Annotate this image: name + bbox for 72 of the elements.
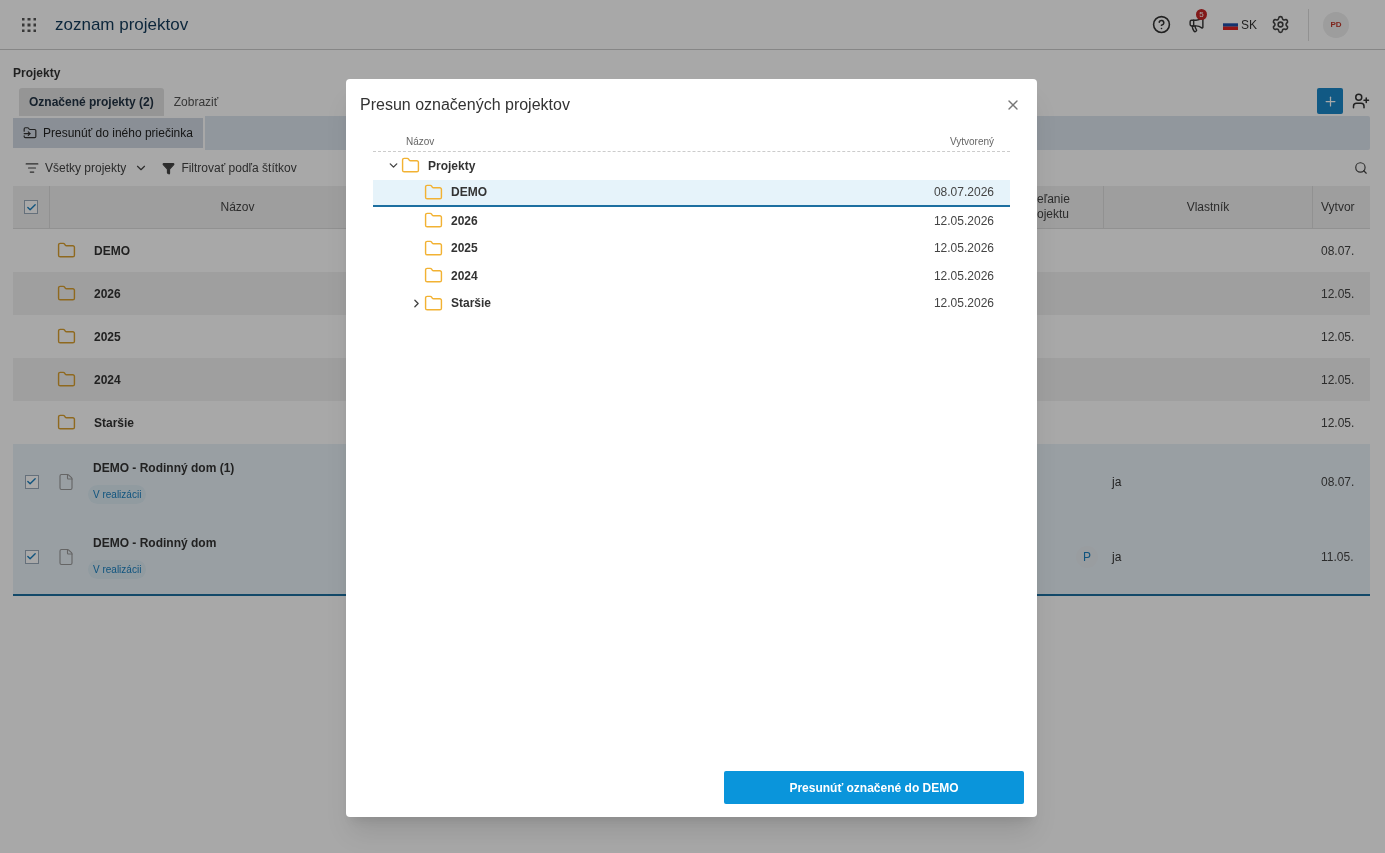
project-name[interactable]: DEMO xyxy=(94,241,130,260)
status-tag: V realizácii xyxy=(88,485,147,504)
created-date: 12.05.2026 xyxy=(933,295,994,313)
project-name[interactable]: DEMO - Rodinný dom xyxy=(93,534,217,552)
megaphone-icon[interactable] xyxy=(1188,16,1205,33)
settings-icon[interactable] xyxy=(1271,15,1290,34)
folder-move-icon xyxy=(23,126,37,140)
tree-row[interactable]: DEMO 08.07.2026 xyxy=(373,179,1010,207)
language-button[interactable]: SK xyxy=(1223,15,1257,34)
created-date: 12.05. xyxy=(1321,328,1355,346)
filter-lines-icon xyxy=(25,161,39,175)
move-button[interactable]: Presunúť označené do DEMO xyxy=(724,771,1024,804)
folder-icon xyxy=(424,211,443,231)
all-projects-dropdown[interactable]: Všetky projekty xyxy=(25,159,149,177)
column-header[interactable]: Vytvorený xyxy=(949,133,994,149)
page-title: zoznam projektov xyxy=(55,13,189,36)
filter-tags-button[interactable]: Filtrovať podľa štítkov xyxy=(162,159,297,177)
folder-icon xyxy=(57,284,76,303)
owner-text: ja xyxy=(1112,473,1122,491)
column-header[interactable]: eľanie ojektu xyxy=(1037,192,1099,222)
folder-name: DEMO xyxy=(451,184,487,202)
apps-grid-icon[interactable] xyxy=(22,17,36,32)
column-header[interactable]: Vlastník xyxy=(1104,186,1313,228)
folder-icon xyxy=(57,327,76,346)
folder-icon xyxy=(424,266,443,286)
folder-icon xyxy=(424,182,443,202)
created-date: 12.05.2026 xyxy=(933,240,994,258)
tab[interactable]: Označené projekty (2) xyxy=(19,88,164,116)
section-title: Projekty xyxy=(13,65,62,81)
tab[interactable]: Zobraziť xyxy=(163,88,229,116)
folder-name: 2026 xyxy=(451,212,478,230)
add-button[interactable] xyxy=(1317,88,1343,114)
checkbox[interactable] xyxy=(24,549,39,564)
funnel-icon xyxy=(162,161,176,175)
created-date: 12.05.2026 xyxy=(933,212,994,230)
folder-icon xyxy=(57,370,76,389)
folder-icon xyxy=(424,238,443,258)
project-name[interactable]: 2024 xyxy=(94,370,121,389)
project-name[interactable]: Staršie xyxy=(94,413,135,432)
column-header[interactable]: Názov xyxy=(406,133,435,149)
created-date: 12.05. xyxy=(1321,285,1355,303)
folder-icon xyxy=(424,293,443,313)
plus-icon xyxy=(1322,93,1338,109)
avatar[interactable]: PD xyxy=(1323,11,1349,38)
folder-name: Projekty xyxy=(428,157,476,175)
checkbox[interactable] xyxy=(24,200,38,214)
move-to-folder-button[interactable]: Presunúť do iného priečinka xyxy=(13,118,203,148)
checkbox[interactable] xyxy=(24,474,39,489)
column-header[interactable]: Vytvor xyxy=(1313,186,1370,228)
created-date: 11.05. xyxy=(1321,548,1354,566)
folder-icon xyxy=(57,413,76,432)
help-icon[interactable] xyxy=(1152,15,1171,34)
folder-name: 2025 xyxy=(451,240,478,258)
created-date: 08.07. xyxy=(1321,473,1355,491)
created-date: 08.07. xyxy=(1321,242,1355,260)
created-date: 12.05. xyxy=(1321,414,1355,432)
document-icon xyxy=(57,472,75,491)
document-icon xyxy=(57,547,75,566)
folder-icon xyxy=(401,156,420,176)
project-name[interactable]: 2026 xyxy=(94,284,121,303)
search-icon[interactable] xyxy=(1354,161,1368,175)
status-tag: V realizácii xyxy=(88,560,147,579)
folder-name: Staršie xyxy=(451,295,492,313)
created-date: 08.07.2026 xyxy=(933,184,994,202)
project-name[interactable]: DEMO - Rodinný dom (1) xyxy=(93,459,235,477)
created-date: 12.05. xyxy=(1321,371,1355,389)
owner-text: ja xyxy=(1112,548,1122,566)
add-user-icon[interactable] xyxy=(1352,92,1370,110)
folder-icon xyxy=(57,241,76,260)
project-name[interactable]: 2025 xyxy=(94,327,121,346)
dialog-title: Presun označených projektov xyxy=(360,95,570,115)
notification-badge: 5 xyxy=(1196,9,1207,20)
